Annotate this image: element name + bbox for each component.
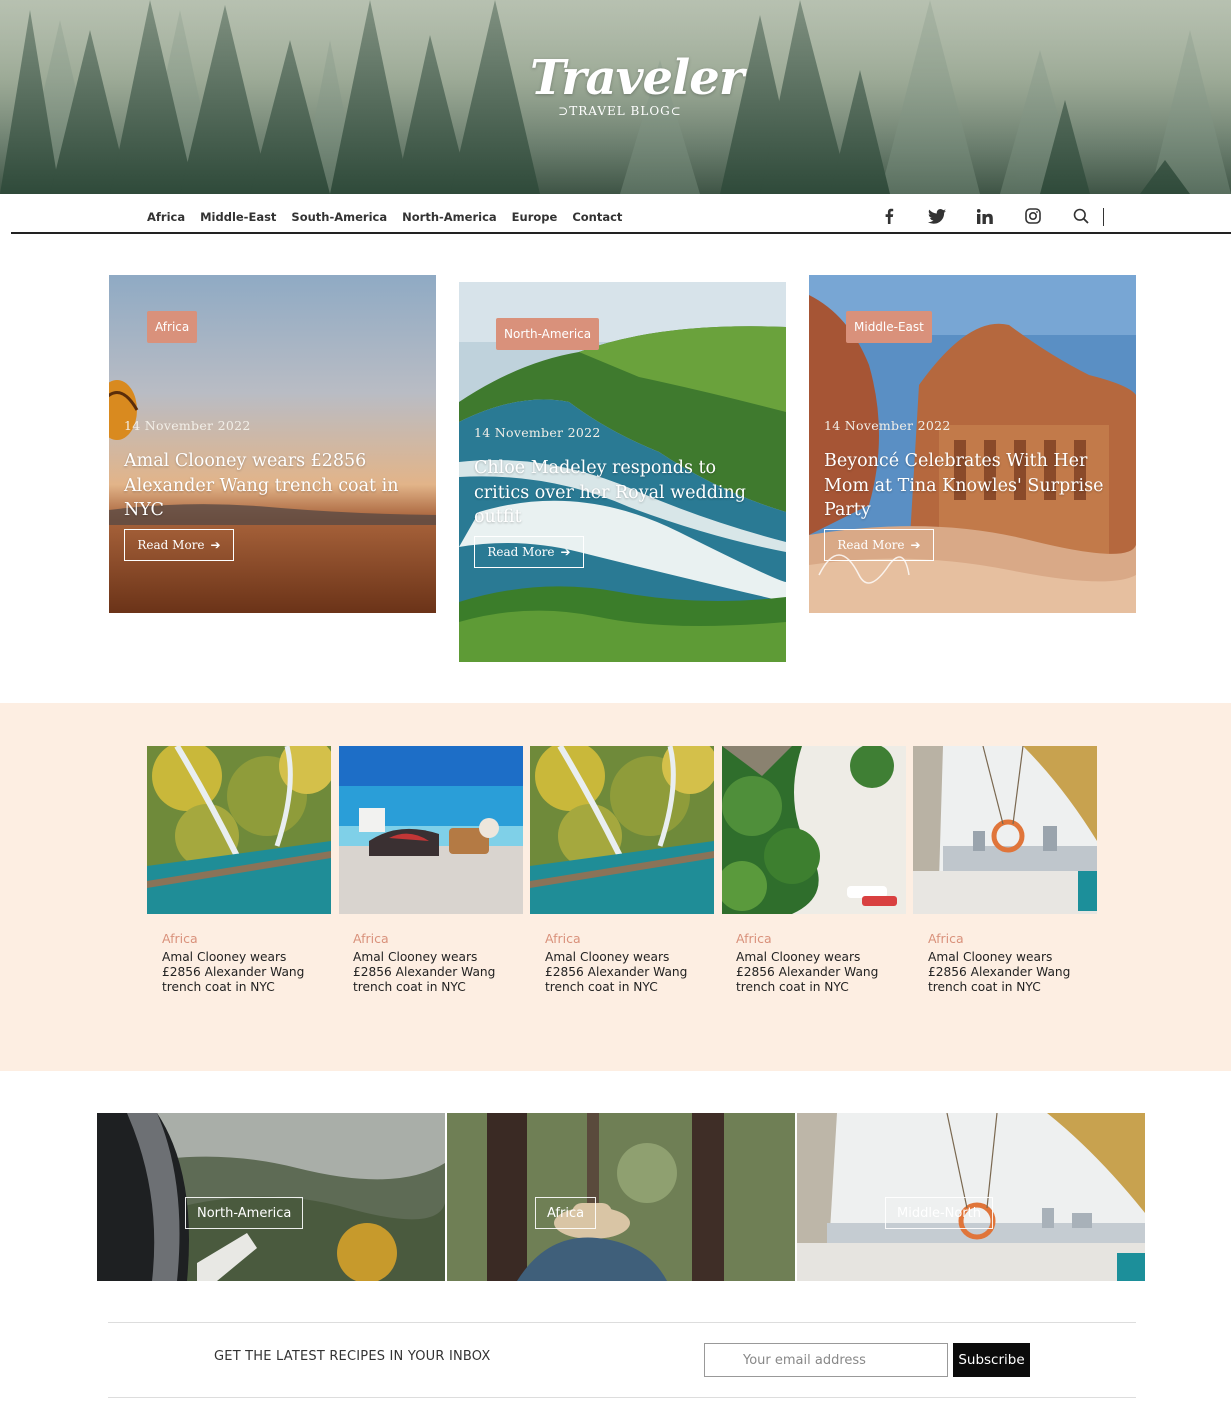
category-badge[interactable]: North-America [496,318,600,350]
post-category[interactable]: Africa [545,931,581,946]
instagram-icon[interactable] [1024,207,1042,225]
read-more-button[interactable]: Read More ➔ [474,536,584,568]
twitter-icon[interactable] [928,207,946,225]
post-title[interactable]: Beyoncé Celebrates With Her Mom at Tina … [824,449,1124,523]
featured-card[interactable]: Middle-East 14 November 2022 Beyoncé Cel… [809,275,1136,613]
post-title[interactable]: Amal Clooney wears £2856 Alexander Wang … [928,950,1078,995]
subscribe-button[interactable]: Subscribe [953,1343,1030,1377]
category-label[interactable]: Africa [535,1197,597,1229]
post-category[interactable]: Africa [353,931,389,946]
read-more-button[interactable]: Read More ➔ [124,529,234,561]
forest-hiker-image [447,1113,795,1281]
post-category[interactable]: Africa [162,931,198,946]
post-title[interactable]: Amal Clooney wears £2856 Alexander Wang … [124,449,424,523]
post-title[interactable]: Amal Clooney wears £2856 Alexander Wang … [162,950,312,995]
linkedin-icon[interactable] [976,207,994,225]
logo-title: Traveler [530,50,744,106]
category-banner-north-america[interactable]: North-America [97,1113,445,1281]
post-thumbnail[interactable] [722,746,906,914]
arrow-right-icon: ➔ [560,545,571,559]
post-thumbnail[interactable] [530,746,714,914]
site-logo[interactable]: Traveler ⊃TRAVEL BLOG⊂ [530,50,744,118]
nav-link-south-america[interactable]: South-America [291,210,387,224]
read-more-label: Read More [137,538,205,552]
search-icon[interactable] [1072,207,1090,225]
post-thumbnail[interactable] [913,746,1097,914]
nav-link-africa[interactable]: Africa [147,210,185,224]
nav-link-europe[interactable]: Europe [512,210,558,224]
arrow-right-icon: ➔ [210,538,221,552]
newsletter-top-divider [108,1322,1136,1323]
post-category[interactable]: Africa [736,931,772,946]
category-badge[interactable]: Middle-East [846,311,932,343]
featured-card[interactable]: North-America 14 November 2022 Chloe Mad… [459,282,786,662]
nav-link-contact[interactable]: Contact [572,210,622,224]
newsletter-bottom-divider [108,1397,1136,1398]
sailboat-image [913,746,1097,914]
category-badge[interactable]: Africa [147,311,198,343]
post-title[interactable]: Amal Clooney wears £2856 Alexander Wang … [353,950,503,995]
post-date: 14 November 2022 [124,418,251,433]
nav-link-north-america[interactable]: North-America [402,210,497,224]
newsletter-heading: GET THE LATEST RECIPES IN YOUR INBOX [214,1349,491,1364]
facebook-icon[interactable] [880,207,898,225]
category-banner-africa[interactable]: Africa [447,1113,795,1281]
read-more-button[interactable]: Read More ➔ [824,529,934,561]
nav-link-middle-east[interactable]: Middle-East [200,210,276,224]
waterfall-image [147,746,331,914]
post-date: 14 November 2022 [474,425,601,440]
post-thumbnail[interactable] [339,746,523,914]
logo-subtitle: ⊃TRAVEL BLOG⊂ [558,104,682,118]
header-banner: Traveler ⊃TRAVEL BLOG⊂ [0,0,1231,194]
arrow-right-icon: ➔ [910,538,921,552]
nav-divider [1103,208,1104,226]
post-category[interactable]: Africa [928,931,964,946]
post-title[interactable]: Amal Clooney wears £2856 Alexander Wang … [545,950,695,995]
category-label[interactable]: North-America [185,1197,304,1229]
social-icons [880,207,1120,225]
read-more-label: Read More [837,538,905,552]
post-date: 14 November 2022 [824,418,951,433]
featured-card[interactable]: Africa 14 November 2022 Amal Clooney wea… [109,275,436,613]
nav-links: Africa Middle-East South-America North-A… [147,210,622,224]
category-banner-middle-north[interactable]: Middle-North [797,1113,1145,1281]
email-input[interactable] [704,1343,948,1377]
nav-underline [11,232,1231,234]
read-more-label: Read More [487,545,555,559]
post-title[interactable]: Amal Clooney wears £2856 Alexander Wang … [736,950,886,995]
tropical-beach-image [722,746,906,914]
beach-reading-image [339,746,523,914]
post-thumbnail[interactable] [147,746,331,914]
waterfall-image [530,746,714,914]
post-title[interactable]: Chloe Madeley responds to critics over h… [474,456,774,530]
category-label[interactable]: Middle-North [885,1197,993,1229]
